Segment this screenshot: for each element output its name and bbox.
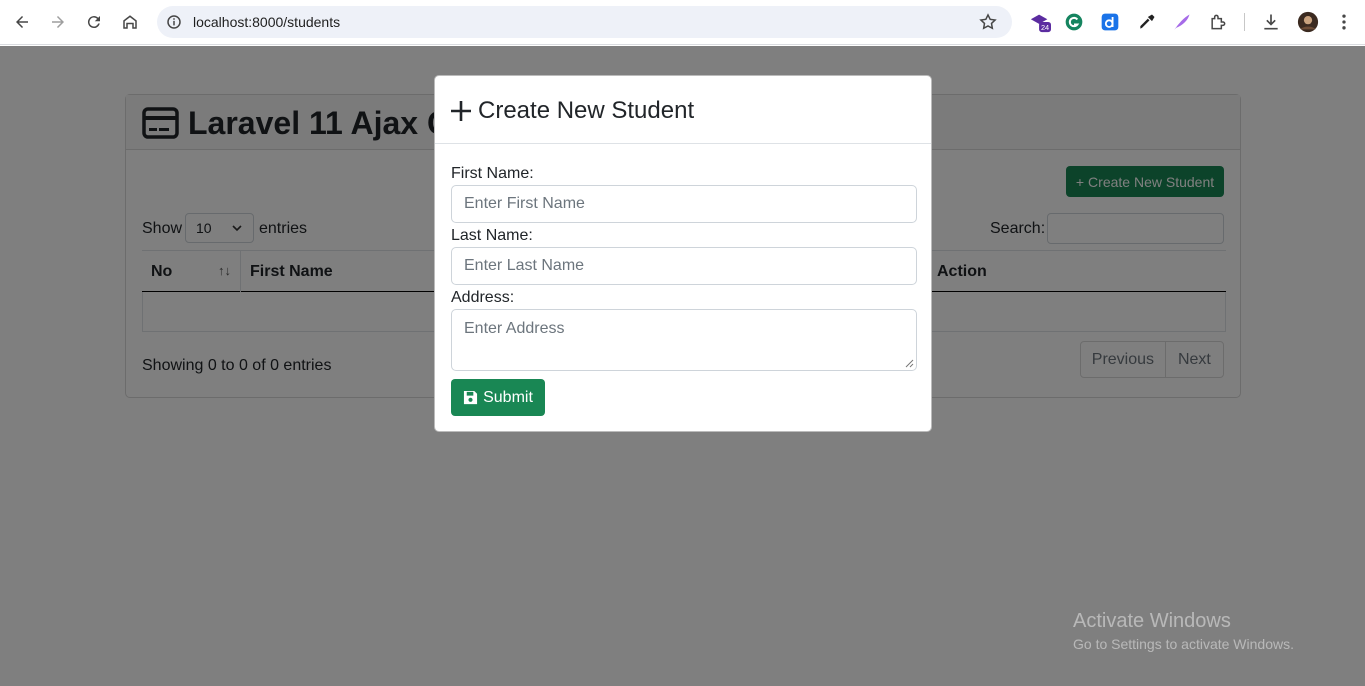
last-name-input[interactable]: Enter Last Name — [451, 247, 917, 285]
menu-icon[interactable] — [1333, 11, 1355, 33]
first-name-label: First Name: — [451, 165, 534, 182]
svg-text:24: 24 — [1041, 23, 1049, 32]
profile-avatar[interactable] — [1297, 11, 1319, 33]
download-icon[interactable] — [1260, 11, 1282, 33]
resize-grip-icon[interactable] — [905, 359, 914, 368]
first-name-input[interactable]: Enter First Name — [451, 185, 917, 223]
site-info-icon[interactable] — [165, 13, 183, 31]
address-placeholder: Enter Address — [464, 320, 565, 337]
last-name-placeholder: Enter Last Name — [464, 257, 585, 274]
address-textarea[interactable]: Enter Address — [451, 309, 917, 371]
home-icon[interactable] — [117, 9, 143, 35]
toolbar-divider — [1244, 13, 1245, 31]
address-label: Address: — [451, 289, 515, 306]
submit-label: Submit — [483, 388, 533, 406]
reload-icon[interactable] — [81, 9, 107, 35]
save-icon — [464, 390, 478, 405]
extension-24-icon[interactable]: 24 — [1029, 11, 1051, 33]
create-student-modal: Create New Student First Name: Enter Fir… — [434, 75, 932, 432]
submit-button[interactable]: Submit — [451, 379, 545, 416]
forward-icon[interactable] — [45, 9, 71, 35]
modal-title: Create New Student — [478, 97, 695, 124]
url-text[interactable]: localhost:8000/students — [193, 14, 340, 30]
extensions-puzzle-icon[interactable] — [1207, 11, 1229, 33]
last-name-label: Last Name: — [451, 227, 533, 244]
dictionary-extension-icon[interactable] — [1099, 11, 1121, 33]
modal-header: Create New Student — [435, 76, 931, 144]
plus-icon — [451, 101, 471, 121]
browser-toolbar: localhost:8000/students 24 — [0, 0, 1365, 45]
grammarly-icon[interactable] — [1063, 11, 1085, 33]
bookmark-star-icon[interactable] — [978, 12, 998, 32]
back-icon[interactable] — [9, 9, 35, 35]
first-name-placeholder: Enter First Name — [464, 195, 585, 212]
watermark-subtitle: Go to Settings to activate Windows. — [1073, 636, 1294, 652]
address-bar[interactable]: localhost:8000/students — [157, 6, 1012, 38]
eyedropper-icon[interactable] — [1136, 11, 1158, 33]
watermark-title: Activate Windows — [1073, 610, 1231, 632]
feather-icon[interactable] — [1171, 11, 1193, 33]
windows-activation-watermark: Activate Windows Go to Settings to activ… — [1073, 610, 1294, 652]
